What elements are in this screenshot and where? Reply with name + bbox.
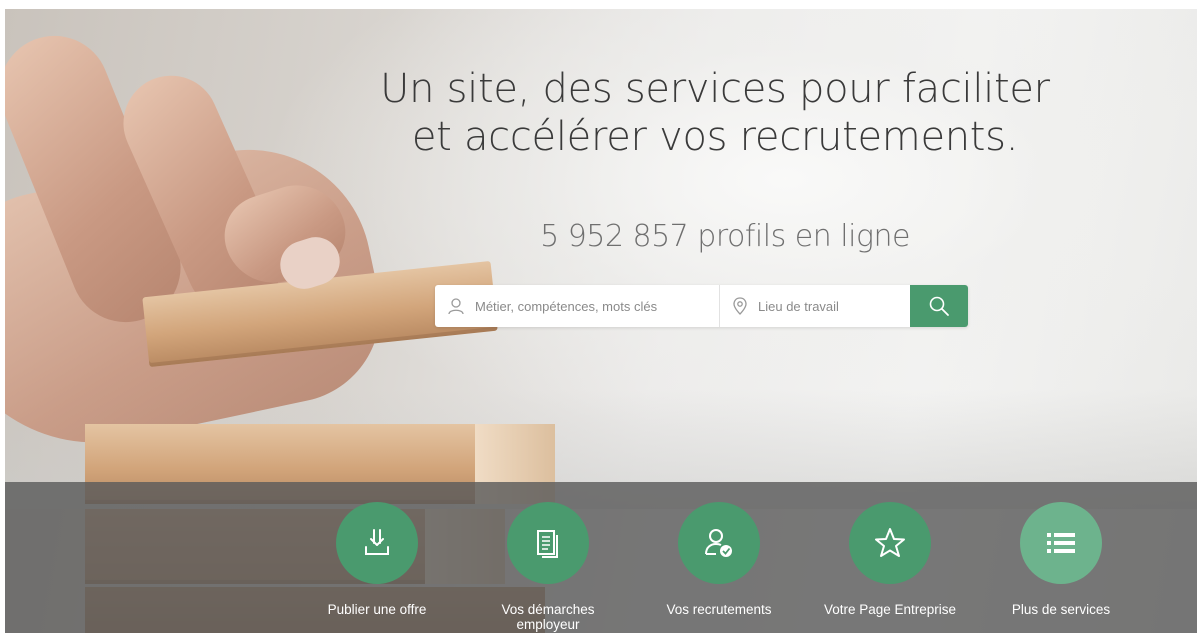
hero-headline: Un site, des services pour faciliter et … <box>335 65 1095 161</box>
headline-line-2: et accélérer vos recrutements. <box>411 114 1019 160</box>
user-check-icon <box>705 529 732 557</box>
location-field[interactable] <box>720 285 910 327</box>
services-band: Publier une offre Vos démarches employeu… <box>5 482 1197 633</box>
profile-count: 5 952 857 profils en ligne <box>540 219 910 254</box>
document-icon <box>537 530 558 558</box>
service-recruitments[interactable]: Vos recrutements <box>644 502 794 617</box>
location-input[interactable] <box>758 298 908 314</box>
list-icon <box>1047 533 1075 553</box>
service-label: Votre Page Entreprise <box>823 602 957 617</box>
search-icon <box>929 296 949 316</box>
headline-line-1: Un site, des services pour faciliter <box>380 66 1050 112</box>
search-button[interactable] <box>910 285 968 327</box>
user-icon <box>448 298 464 315</box>
service-employer-procedures[interactable]: Vos démarches employeur <box>473 502 623 632</box>
service-icon-circle <box>1020 502 1102 584</box>
service-publish-offer[interactable]: Publier une offre <box>302 502 452 617</box>
service-company-page[interactable]: Votre Page Entreprise <box>815 502 965 617</box>
job-search-field[interactable] <box>435 285 720 327</box>
service-more[interactable]: Plus de services <box>986 502 1136 617</box>
star-icon <box>875 528 905 557</box>
download-icon <box>365 529 389 555</box>
search-bar <box>435 285 968 327</box>
service-icon-circle <box>507 502 589 584</box>
service-label: Plus de services <box>1011 602 1111 617</box>
service-label: Vos recrutements <box>666 602 772 617</box>
service-label: Vos démarches employeur <box>501 602 595 632</box>
job-search-input[interactable] <box>475 298 685 314</box>
service-icon-circle <box>849 502 931 584</box>
service-label: Publier une offre <box>327 602 427 617</box>
service-icon-circle <box>336 502 418 584</box>
service-icon-circle <box>678 502 760 584</box>
location-pin-icon <box>733 297 747 315</box>
